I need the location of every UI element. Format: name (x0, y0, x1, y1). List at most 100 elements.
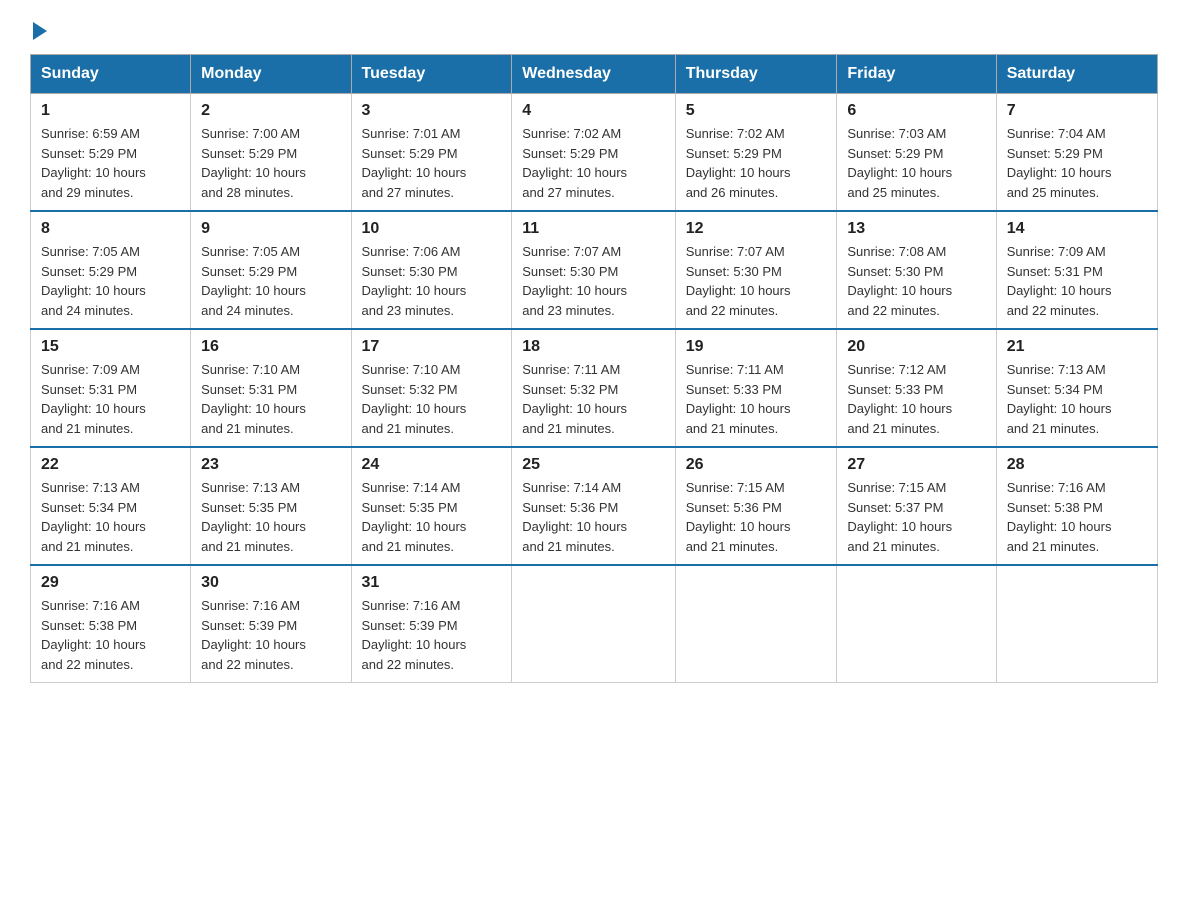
day-info: Sunrise: 7:05 AMSunset: 5:29 PMDaylight:… (41, 244, 146, 318)
day-number: 2 (201, 102, 340, 120)
day-number: 12 (686, 220, 827, 238)
calendar-cell: 12 Sunrise: 7:07 AMSunset: 5:30 PMDaylig… (675, 211, 837, 329)
day-number: 1 (41, 102, 180, 120)
calendar-cell: 25 Sunrise: 7:14 AMSunset: 5:36 PMDaylig… (512, 447, 675, 565)
calendar-cell: 3 Sunrise: 7:01 AMSunset: 5:29 PMDayligh… (351, 94, 512, 212)
day-info: Sunrise: 7:07 AMSunset: 5:30 PMDaylight:… (686, 244, 791, 318)
day-info: Sunrise: 7:11 AMSunset: 5:33 PMDaylight:… (686, 362, 791, 436)
calendar-cell: 17 Sunrise: 7:10 AMSunset: 5:32 PMDaylig… (351, 329, 512, 447)
day-number: 15 (41, 338, 180, 356)
day-number: 27 (847, 456, 985, 474)
calendar-cell: 20 Sunrise: 7:12 AMSunset: 5:33 PMDaylig… (837, 329, 996, 447)
day-number: 4 (522, 102, 664, 120)
day-number: 8 (41, 220, 180, 238)
day-number: 14 (1007, 220, 1147, 238)
day-info: Sunrise: 7:10 AMSunset: 5:31 PMDaylight:… (201, 362, 306, 436)
day-number: 25 (522, 456, 664, 474)
day-info: Sunrise: 6:59 AMSunset: 5:29 PMDaylight:… (41, 126, 146, 200)
day-info: Sunrise: 7:14 AMSunset: 5:35 PMDaylight:… (362, 480, 467, 554)
calendar-cell (837, 565, 996, 683)
day-number: 19 (686, 338, 827, 356)
day-info: Sunrise: 7:13 AMSunset: 5:35 PMDaylight:… (201, 480, 306, 554)
calendar-cell: 4 Sunrise: 7:02 AMSunset: 5:29 PMDayligh… (512, 94, 675, 212)
day-number: 16 (201, 338, 340, 356)
day-info: Sunrise: 7:02 AMSunset: 5:29 PMDaylight:… (522, 126, 627, 200)
calendar-cell: 7 Sunrise: 7:04 AMSunset: 5:29 PMDayligh… (996, 94, 1157, 212)
calendar-header-row: SundayMondayTuesdayWednesdayThursdayFrid… (31, 55, 1158, 94)
calendar-week-row: 8 Sunrise: 7:05 AMSunset: 5:29 PMDayligh… (31, 211, 1158, 329)
calendar-cell: 9 Sunrise: 7:05 AMSunset: 5:29 PMDayligh… (191, 211, 351, 329)
day-info: Sunrise: 7:02 AMSunset: 5:29 PMDaylight:… (686, 126, 791, 200)
page-header (30, 20, 1158, 36)
calendar-cell: 6 Sunrise: 7:03 AMSunset: 5:29 PMDayligh… (837, 94, 996, 212)
calendar-cell (512, 565, 675, 683)
calendar-header-wednesday: Wednesday (512, 55, 675, 94)
day-number: 3 (362, 102, 502, 120)
calendar-cell: 15 Sunrise: 7:09 AMSunset: 5:31 PMDaylig… (31, 329, 191, 447)
calendar-header-saturday: Saturday (996, 55, 1157, 94)
day-number: 30 (201, 574, 340, 592)
day-number: 22 (41, 456, 180, 474)
day-info: Sunrise: 7:01 AMSunset: 5:29 PMDaylight:… (362, 126, 467, 200)
day-info: Sunrise: 7:12 AMSunset: 5:33 PMDaylight:… (847, 362, 952, 436)
calendar-cell: 18 Sunrise: 7:11 AMSunset: 5:32 PMDaylig… (512, 329, 675, 447)
day-number: 6 (847, 102, 985, 120)
calendar-cell: 23 Sunrise: 7:13 AMSunset: 5:35 PMDaylig… (191, 447, 351, 565)
logo-arrow-icon (33, 22, 47, 40)
day-number: 5 (686, 102, 827, 120)
day-number: 18 (522, 338, 664, 356)
day-info: Sunrise: 7:07 AMSunset: 5:30 PMDaylight:… (522, 244, 627, 318)
day-info: Sunrise: 7:08 AMSunset: 5:30 PMDaylight:… (847, 244, 952, 318)
day-info: Sunrise: 7:15 AMSunset: 5:37 PMDaylight:… (847, 480, 952, 554)
day-info: Sunrise: 7:03 AMSunset: 5:29 PMDaylight:… (847, 126, 952, 200)
day-number: 24 (362, 456, 502, 474)
calendar-cell: 13 Sunrise: 7:08 AMSunset: 5:30 PMDaylig… (837, 211, 996, 329)
calendar-cell: 16 Sunrise: 7:10 AMSunset: 5:31 PMDaylig… (191, 329, 351, 447)
calendar-header-tuesday: Tuesday (351, 55, 512, 94)
day-info: Sunrise: 7:04 AMSunset: 5:29 PMDaylight:… (1007, 126, 1112, 200)
day-info: Sunrise: 7:06 AMSunset: 5:30 PMDaylight:… (362, 244, 467, 318)
day-number: 31 (362, 574, 502, 592)
day-info: Sunrise: 7:15 AMSunset: 5:36 PMDaylight:… (686, 480, 791, 554)
day-info: Sunrise: 7:16 AMSunset: 5:39 PMDaylight:… (201, 598, 306, 672)
calendar-header-thursday: Thursday (675, 55, 837, 94)
day-info: Sunrise: 7:13 AMSunset: 5:34 PMDaylight:… (1007, 362, 1112, 436)
day-info: Sunrise: 7:13 AMSunset: 5:34 PMDaylight:… (41, 480, 146, 554)
calendar-week-row: 15 Sunrise: 7:09 AMSunset: 5:31 PMDaylig… (31, 329, 1158, 447)
logo (30, 20, 47, 36)
day-info: Sunrise: 7:10 AMSunset: 5:32 PMDaylight:… (362, 362, 467, 436)
calendar-cell: 8 Sunrise: 7:05 AMSunset: 5:29 PMDayligh… (31, 211, 191, 329)
calendar-cell: 2 Sunrise: 7:00 AMSunset: 5:29 PMDayligh… (191, 94, 351, 212)
calendar-cell: 1 Sunrise: 6:59 AMSunset: 5:29 PMDayligh… (31, 94, 191, 212)
calendar-table: SundayMondayTuesdayWednesdayThursdayFrid… (30, 54, 1158, 683)
calendar-cell: 28 Sunrise: 7:16 AMSunset: 5:38 PMDaylig… (996, 447, 1157, 565)
calendar-header-monday: Monday (191, 55, 351, 94)
day-number: 21 (1007, 338, 1147, 356)
day-number: 26 (686, 456, 827, 474)
day-number: 7 (1007, 102, 1147, 120)
day-number: 10 (362, 220, 502, 238)
calendar-header-sunday: Sunday (31, 55, 191, 94)
day-number: 20 (847, 338, 985, 356)
calendar-cell: 29 Sunrise: 7:16 AMSunset: 5:38 PMDaylig… (31, 565, 191, 683)
day-number: 11 (522, 220, 664, 238)
calendar-cell: 21 Sunrise: 7:13 AMSunset: 5:34 PMDaylig… (996, 329, 1157, 447)
calendar-cell (996, 565, 1157, 683)
calendar-cell: 26 Sunrise: 7:15 AMSunset: 5:36 PMDaylig… (675, 447, 837, 565)
day-info: Sunrise: 7:14 AMSunset: 5:36 PMDaylight:… (522, 480, 627, 554)
calendar-cell: 14 Sunrise: 7:09 AMSunset: 5:31 PMDaylig… (996, 211, 1157, 329)
calendar-week-row: 29 Sunrise: 7:16 AMSunset: 5:38 PMDaylig… (31, 565, 1158, 683)
day-info: Sunrise: 7:09 AMSunset: 5:31 PMDaylight:… (1007, 244, 1112, 318)
day-info: Sunrise: 7:05 AMSunset: 5:29 PMDaylight:… (201, 244, 306, 318)
calendar-week-row: 1 Sunrise: 6:59 AMSunset: 5:29 PMDayligh… (31, 94, 1158, 212)
day-number: 13 (847, 220, 985, 238)
calendar-cell: 19 Sunrise: 7:11 AMSunset: 5:33 PMDaylig… (675, 329, 837, 447)
calendar-cell: 11 Sunrise: 7:07 AMSunset: 5:30 PMDaylig… (512, 211, 675, 329)
day-info: Sunrise: 7:00 AMSunset: 5:29 PMDaylight:… (201, 126, 306, 200)
calendar-cell: 30 Sunrise: 7:16 AMSunset: 5:39 PMDaylig… (191, 565, 351, 683)
calendar-header-friday: Friday (837, 55, 996, 94)
day-number: 9 (201, 220, 340, 238)
calendar-cell: 10 Sunrise: 7:06 AMSunset: 5:30 PMDaylig… (351, 211, 512, 329)
calendar-cell: 27 Sunrise: 7:15 AMSunset: 5:37 PMDaylig… (837, 447, 996, 565)
day-number: 28 (1007, 456, 1147, 474)
